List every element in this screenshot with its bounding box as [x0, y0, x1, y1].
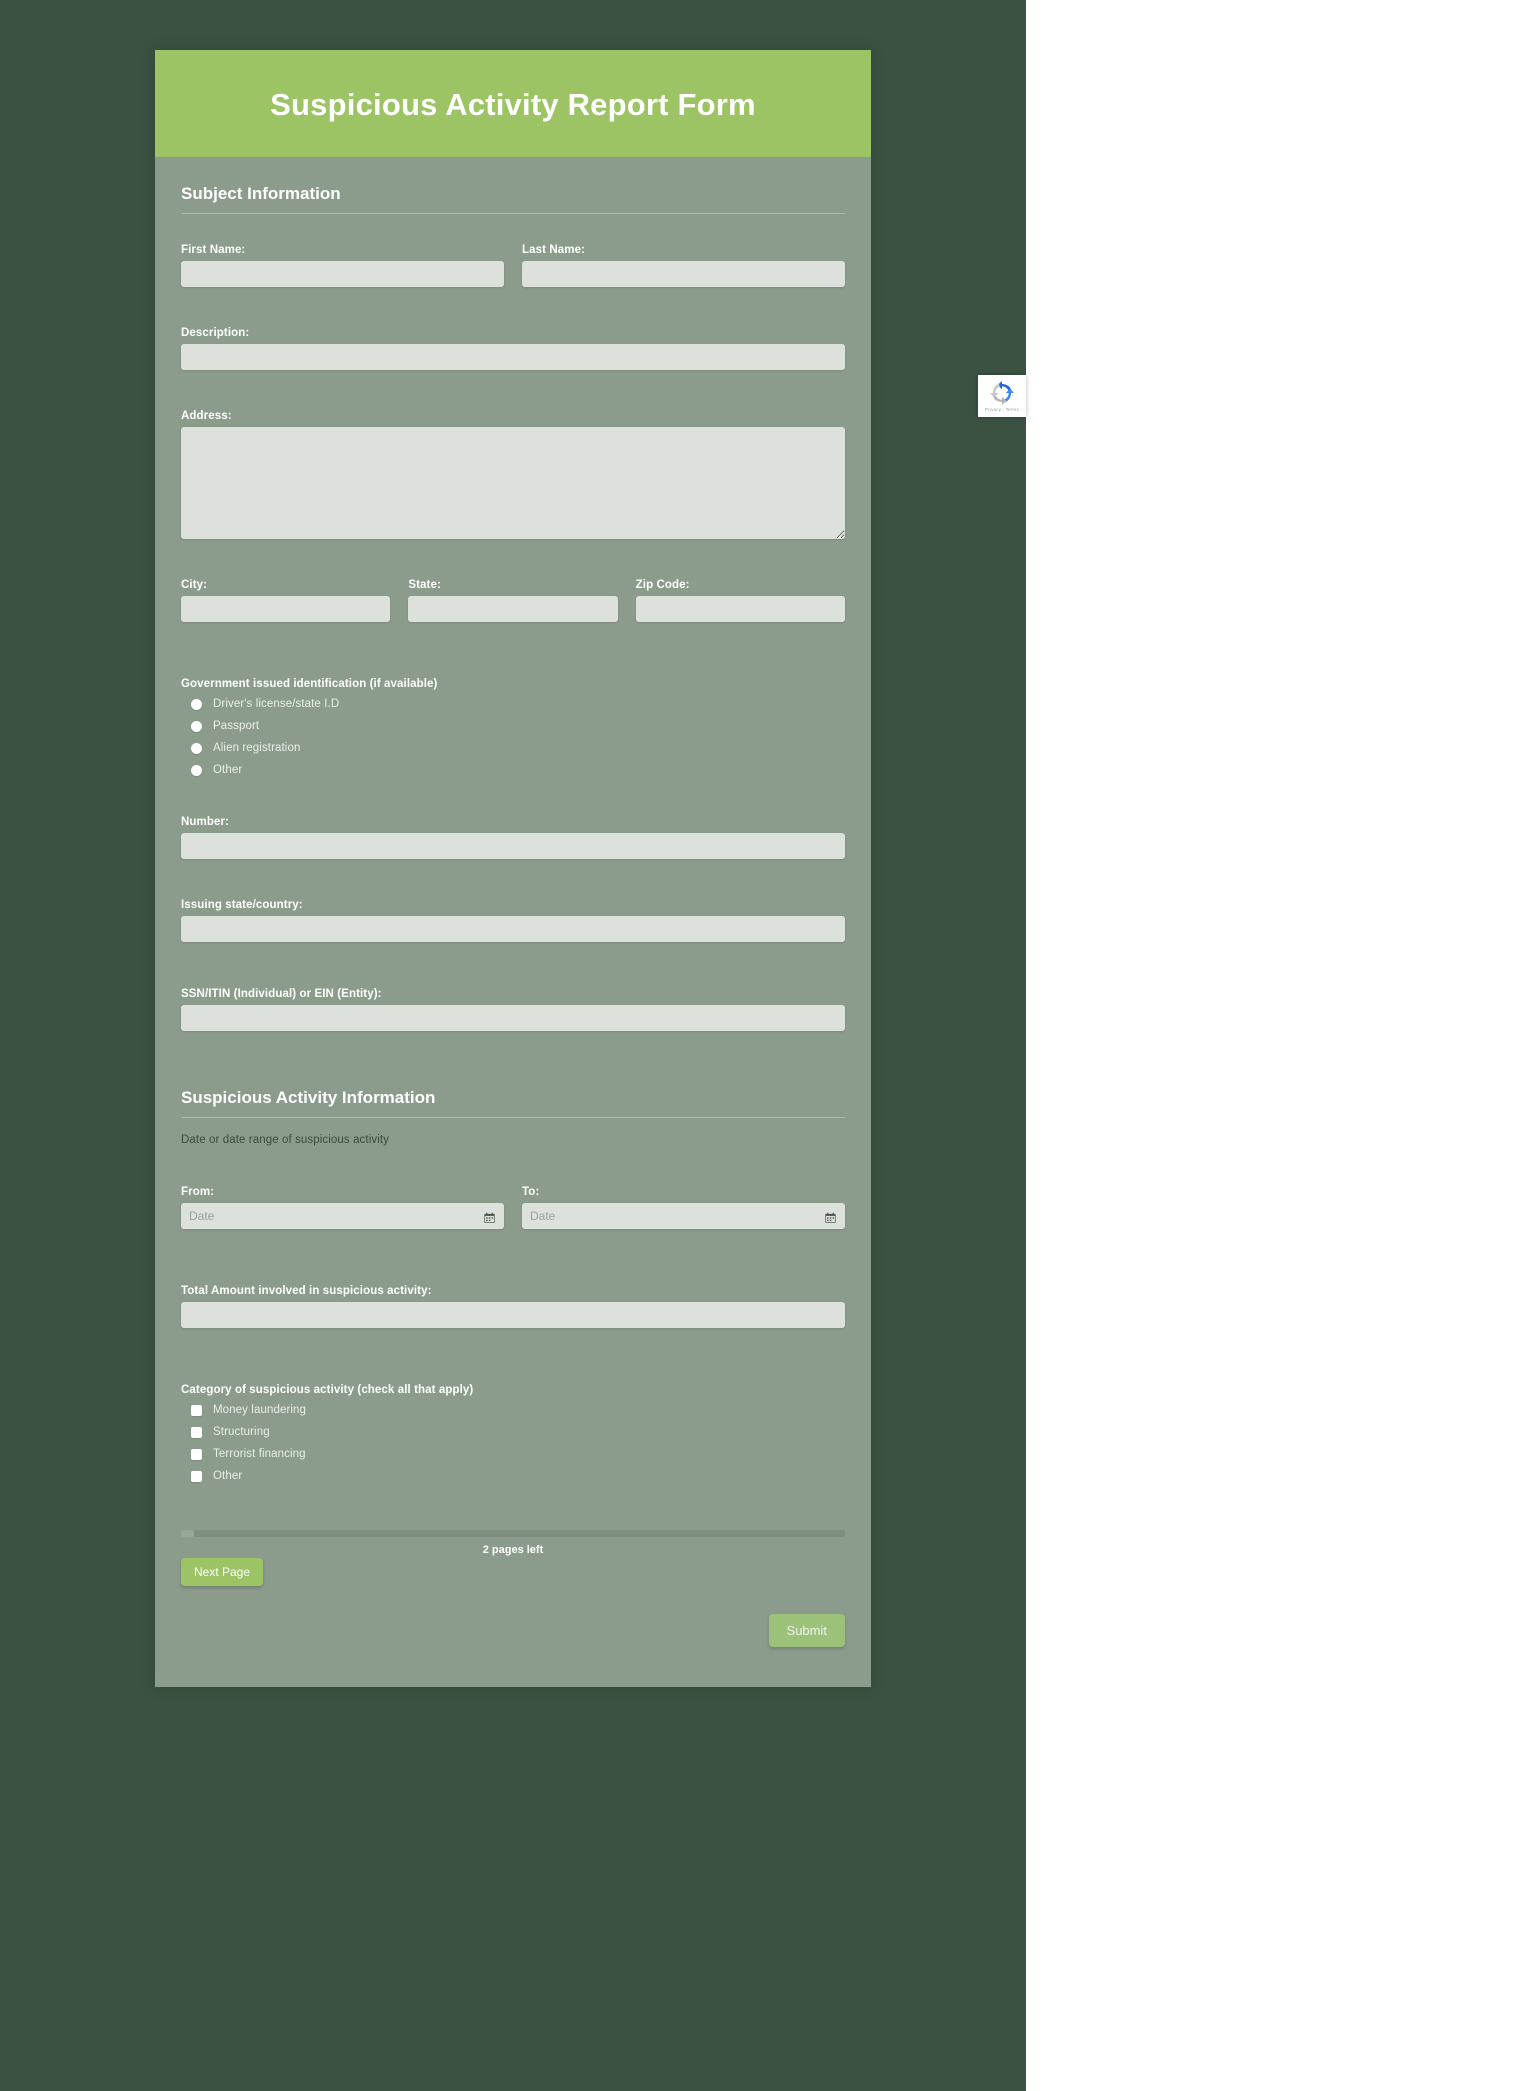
radio-option-passport[interactable]: Passport — [181, 720, 845, 732]
state-input[interactable] — [408, 596, 618, 623]
from-date-field-group: From: — [181, 1186, 504, 1230]
checkbox-icon[interactable] — [191, 1470, 202, 1482]
from-date-label: From: — [181, 1186, 215, 1199]
address-textarea[interactable] — [181, 427, 845, 540]
address-label: Address: — [181, 410, 232, 423]
number-field-group: Number: — [181, 816, 845, 860]
suspicious-activity-report-form: Suspicious Activity Report Form Subject … — [155, 50, 871, 1688]
name-row: First Name: Last Name: — [181, 244, 845, 288]
form-body: Subject Information First Name: Last Nam… — [155, 157, 871, 1688]
checkbox-option-label: Money laundering — [213, 1404, 307, 1417]
checkbox-option-terrorist-financing[interactable]: Terrorist financing — [181, 1448, 845, 1460]
from-date-input[interactable] — [181, 1203, 504, 1230]
date-range-row: From: Date To: Date — [181, 1186, 845, 1230]
issuing-state-country-label: Issuing state/country: — [181, 899, 303, 912]
section-heading-subject-information: Subject Information — [181, 157, 845, 215]
state-field-group: State: — [408, 579, 618, 623]
category-label: Category of suspicious activity (check a… — [181, 1384, 474, 1397]
city-input[interactable] — [181, 596, 391, 623]
description-field-group: Description: — [181, 327, 845, 371]
to-date-input[interactable] — [522, 1203, 845, 1230]
form-footer: 2 pages left Next Page — [155, 1530, 871, 1587]
issuing-state-country-input[interactable] — [181, 916, 845, 943]
issuing-state-country-field-group: Issuing state/country: — [181, 899, 845, 943]
total-amount-label: Total Amount involved in suspicious acti… — [181, 1285, 432, 1298]
radio-option-drivers-license[interactable]: Driver's license/state I.D — [181, 698, 845, 710]
ssn-ein-field-group: SSN/ITIN (Individual) or EIN (Entity): — [181, 988, 845, 1032]
radio-option-label: Passport — [213, 720, 260, 733]
description-input[interactable] — [181, 344, 845, 371]
number-label: Number: — [181, 816, 229, 829]
radio-icon[interactable] — [191, 742, 202, 754]
recaptcha-privacy-terms[interactable]: Privacy - Terms — [985, 407, 1019, 412]
progress-bar — [181, 1530, 845, 1538]
checkbox-icon[interactable] — [191, 1426, 202, 1438]
government-id-label: Government issued identification (if ava… — [181, 678, 438, 691]
radio-icon[interactable] — [191, 698, 202, 710]
radio-icon[interactable] — [191, 720, 202, 732]
to-date-field-group: To: — [522, 1186, 845, 1230]
checkbox-option-other[interactable]: Other — [181, 1470, 845, 1482]
next-page-button[interactable]: Next Page — [181, 1558, 264, 1587]
form-header: Suspicious Activity Report Form — [155, 50, 871, 158]
last-name-input[interactable] — [522, 261, 845, 288]
total-amount-field-group: Total Amount involved in suspicious acti… — [181, 1285, 845, 1329]
ssn-ein-label: SSN/ITIN (Individual) or EIN (Entity): — [181, 988, 382, 1001]
ssn-ein-input[interactable] — [181, 1005, 845, 1032]
checkbox-option-structuring[interactable]: Structuring — [181, 1426, 845, 1438]
first-name-field-group: First Name: — [181, 244, 504, 288]
section-heading-suspicious-activity-information: Suspicious Activity Information — [181, 1061, 845, 1119]
last-name-field-group: Last Name: — [522, 244, 845, 288]
date-range-note: Date or date range of suspicious activit… — [181, 1134, 390, 1147]
first-name-label: First Name: — [181, 244, 246, 257]
progress-bar-fill — [181, 1530, 195, 1538]
browser-page-whitespace — [1026, 0, 1532, 2091]
first-name-input[interactable] — [181, 261, 504, 288]
total-amount-input[interactable] — [181, 1302, 845, 1329]
zip-code-field-group: Zip Code: — [635, 579, 845, 623]
page-title: Suspicious Activity Report Form — [270, 87, 756, 122]
number-input[interactable] — [181, 833, 845, 860]
state-label: State: — [408, 579, 441, 592]
checkbox-icon[interactable] — [191, 1448, 202, 1460]
checkbox-option-label: Terrorist financing — [213, 1448, 306, 1461]
radio-option-label: Alien registration — [213, 742, 301, 755]
recaptcha-badge[interactable]: Privacy - Terms — [978, 375, 1026, 417]
last-name-label: Last Name: — [522, 244, 585, 257]
radio-option-other[interactable]: Other — [181, 764, 845, 776]
radio-option-label: Driver's license/state I.D — [213, 698, 340, 711]
description-label: Description: — [181, 327, 250, 340]
city-label: City: — [181, 579, 208, 592]
government-id-group: Government issued identification (if ava… — [181, 678, 845, 776]
submit-button[interactable]: Submit — [768, 1614, 845, 1648]
radio-icon[interactable] — [191, 764, 202, 776]
city-state-zip-row: City: State: Zip Code: — [181, 579, 845, 623]
radio-option-alien-registration[interactable]: Alien registration — [181, 742, 845, 754]
category-group: Category of suspicious activity (check a… — [181, 1384, 845, 1482]
zip-code-label: Zip Code: — [635, 579, 690, 592]
checkbox-option-label: Other — [213, 1470, 243, 1483]
radio-option-label: Other — [213, 764, 243, 777]
recaptcha-icon — [990, 380, 1014, 405]
checkbox-icon[interactable] — [191, 1404, 202, 1416]
checkbox-option-money-laundering[interactable]: Money laundering — [181, 1404, 845, 1416]
to-date-label: To: — [522, 1186, 540, 1199]
address-field-group: Address: — [181, 410, 845, 540]
zip-code-input[interactable] — [635, 596, 845, 623]
pages-left-text: 2 pages left — [482, 1544, 544, 1557]
city-field-group: City: — [181, 579, 391, 623]
checkbox-option-label: Structuring — [213, 1426, 270, 1439]
submit-row: Submit — [155, 1614, 871, 1648]
